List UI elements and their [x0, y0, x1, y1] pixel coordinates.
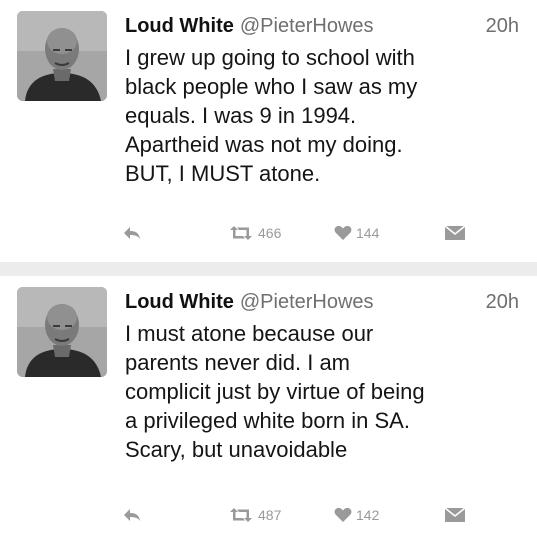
- profile-photo-icon: [17, 11, 107, 101]
- retweet-button[interactable]: 466: [228, 218, 281, 248]
- author-name[interactable]: Loud White: [125, 15, 234, 37]
- tweet-text-line: parents never did. I am: [125, 350, 351, 375]
- tweet-text-line: BUT, I MUST atone.: [125, 161, 321, 186]
- reply-button[interactable]: [122, 500, 142, 530]
- envelope-icon: [444, 507, 466, 522]
- like-button[interactable]: 142: [334, 500, 379, 530]
- tweet-text-line: a privileged white born in SA.: [125, 408, 410, 433]
- avatar[interactable]: [17, 11, 107, 101]
- reply-button[interactable]: [122, 218, 142, 248]
- retweet-button[interactable]: 487: [228, 500, 281, 530]
- tweet-text-line: Apartheid was not my doing.: [125, 132, 403, 157]
- retweet-icon: [230, 226, 252, 240]
- direct-message-button[interactable]: [444, 218, 466, 248]
- tweet-text-line: I must atone because our: [125, 321, 374, 346]
- tweet-feed: Loud White @PieterHowes 20h I grew up goi…: [0, 0, 537, 544]
- tweet-actions: 466 144: [0, 218, 537, 248]
- tweet-text-line: equals. I was 9 in 1994.: [125, 103, 357, 128]
- tweet-timestamp[interactable]: 20h: [486, 12, 519, 40]
- author-handle[interactable]: @PieterHowes: [240, 15, 374, 37]
- tweet-text: I must atone because our parents never d…: [125, 319, 525, 464]
- tweet-card[interactable]: Loud White @PieterHowes 20h I grew up goi…: [0, 0, 537, 262]
- envelope-icon: [444, 225, 466, 240]
- heart-icon: [334, 225, 352, 240]
- tweet-header: Loud White @PieterHowes 20h: [125, 288, 519, 316]
- retweet-icon: [230, 508, 252, 522]
- like-button[interactable]: 144: [334, 218, 379, 248]
- retweet-count: 487: [258, 507, 282, 523]
- author-handle[interactable]: @PieterHowes: [240, 291, 374, 313]
- tweet-card[interactable]: Loud White @PieterHowes 20h I must atone …: [0, 276, 537, 544]
- tweet-text: I grew up going to school with black peo…: [125, 43, 525, 188]
- direct-message-button[interactable]: [444, 500, 466, 530]
- tweet-text-line: I grew up going to school with: [125, 45, 415, 70]
- tweet-timestamp[interactable]: 20h: [486, 288, 519, 316]
- like-count: 142: [356, 507, 380, 523]
- reply-icon: [124, 227, 140, 239]
- tweet-text-line: black people who I saw as my: [125, 74, 418, 99]
- heart-icon: [334, 507, 352, 522]
- tweet-divider: [0, 262, 537, 276]
- avatar[interactable]: [17, 287, 107, 377]
- tweet-header: Loud White @PieterHowes 20h: [125, 12, 519, 40]
- profile-photo-icon: [17, 287, 107, 377]
- tweet-actions: 487 142: [0, 500, 537, 530]
- author-name[interactable]: Loud White: [125, 291, 234, 313]
- tweet-text-line: Scary, but unavoidable: [125, 437, 348, 462]
- tweet-text-line: complicit just by virtue of being: [125, 379, 425, 404]
- reply-icon: [124, 509, 140, 521]
- retweet-count: 466: [258, 225, 282, 241]
- like-count: 144: [356, 225, 380, 241]
